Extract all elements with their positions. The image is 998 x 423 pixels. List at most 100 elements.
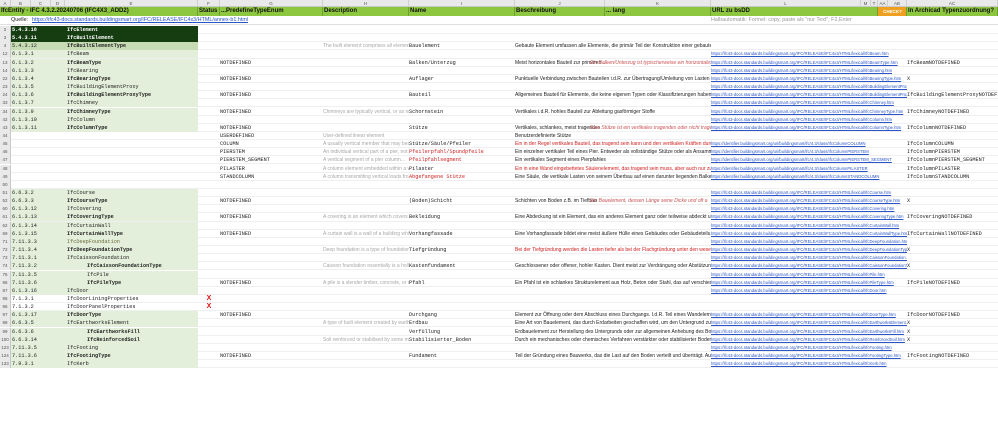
- status-cell[interactable]: [198, 279, 220, 287]
- row-number[interactable]: 61: [0, 213, 11, 222]
- archicad-type-cell[interactable]: [907, 287, 998, 295]
- predefined-type-cell[interactable]: [220, 238, 323, 246]
- predefined-type-cell[interactable]: [220, 336, 323, 344]
- section-number-cell[interactable]: 6.1.3.4: [11, 74, 65, 83]
- bsdd-url-link[interactable]: https://ifc43-docs.standards.buildingsma…: [711, 279, 907, 287]
- description-cell[interactable]: A column transmitting vertical loads fro…: [323, 173, 409, 181]
- row-number[interactable]: 96: [0, 303, 11, 312]
- column-letter-C[interactable]: C: [31, 0, 51, 7]
- section-number-cell[interactable]: 6.1.3.9: [11, 107, 65, 116]
- predefined-type-cell[interactable]: NOTDEFINED: [220, 352, 323, 360]
- description-cell[interactable]: Deep foundation is a type of foundation.…: [323, 246, 409, 254]
- predefined-type-cell[interactable]: [220, 287, 323, 295]
- description-cell[interactable]: [323, 328, 409, 336]
- table-row[interactable]: 124 7.11.3.6 IfcFootingType NOTDEFINED Funda…: [0, 352, 998, 361]
- bsdd-url-link[interactable]: https://ifc43-docs.standards.buildingsma…: [711, 99, 907, 107]
- beschreibung-cell[interactable]: [515, 26, 711, 34]
- ifc-entity-cell[interactable]: IfcCovering: [65, 205, 198, 214]
- archicad-type-cell[interactable]: [907, 360, 998, 368]
- section-number-cell[interactable]: 6.6.3.6: [11, 327, 65, 336]
- bsdd-url-link[interactable]: [711, 303, 907, 311]
- bsdd-url-link[interactable]: https://ifc43-docs.standards.buildingsma…: [711, 319, 907, 327]
- beschreibung-cell[interactable]: [515, 181, 711, 189]
- name-cell[interactable]: Tiefgründung: [409, 246, 500, 254]
- name-cell[interactable]: (Boden)Schicht: [409, 197, 500, 205]
- bsdd-url-link[interactable]: https://identifier.buildingsmart.org/uri…: [711, 156, 907, 164]
- predefined-type-cell[interactable]: [220, 344, 323, 352]
- section-number-cell[interactable]: 7.11.3.5: [11, 270, 65, 279]
- ifc-entity-cell[interactable]: IfcCurtainWallType: [65, 229, 198, 238]
- section-number-cell[interactable]: 6.1.3.2: [11, 58, 65, 67]
- bsdd-url-link[interactable]: https://ifc43-docs.standards.buildingsma…: [711, 116, 907, 124]
- archicad-type-cell[interactable]: [907, 295, 998, 303]
- name-cell[interactable]: Bekleidung: [409, 213, 500, 221]
- ifc-entity-cell[interactable]: IfcBuildingElementProxy: [65, 83, 198, 92]
- row-number[interactable]: 95: [0, 294, 11, 303]
- predefined-type-cell[interactable]: NOTDEFINED: [220, 108, 323, 116]
- ifc-entity-cell[interactable]: IfcBeamType: [65, 58, 198, 67]
- description-cell[interactable]: A curtain wall is a wall of a building w…: [323, 230, 409, 238]
- row-number[interactable]: 87: [0, 286, 11, 295]
- bsdd-url-link[interactable]: https://ifc43-docs.standards.buildingsma…: [711, 59, 907, 67]
- ifc-entity-cell[interactable]: IfcFooting: [65, 343, 198, 352]
- description-cell[interactable]: The built element comprises all elements…: [323, 42, 409, 50]
- status-cell[interactable]: [198, 311, 220, 319]
- description-cell[interactable]: An individual vertical part of a pier, n…: [323, 148, 409, 156]
- predefined-type-cell[interactable]: [220, 181, 323, 189]
- archicad-type-cell[interactable]: [907, 344, 998, 352]
- archicad-type-cell[interactable]: IfcCurtainWallNOTDEFINED: [907, 230, 998, 238]
- bsdd-url-link[interactable]: https://ifc43-docs.standards.buildingsma…: [711, 189, 907, 197]
- status-cell[interactable]: [198, 213, 220, 221]
- beschreibung-cell[interactable]: Ein einzelner vertikaler Teil eines Pier…: [515, 148, 711, 156]
- table-row[interactable]: 75 7.11.3.5 IfcPile https://ifc43-docs.stan…: [0, 270, 998, 279]
- status-cell[interactable]: [198, 91, 220, 99]
- beschreibung-cell[interactable]: Ein Pfahl ist ein schlankes Strukturelem…: [515, 279, 711, 287]
- header-status[interactable]: Status: [198, 7, 220, 16]
- table-row[interactable]: 42 6.1.3.10 IfcColumn https://ifc43-docs.st…: [0, 115, 998, 124]
- ifc-entity-cell[interactable]: IfcEarthworksFill: [65, 327, 198, 336]
- bsdd-url-link[interactable]: https://ifc43-docs.standards.buildingsma…: [711, 50, 907, 58]
- description-cell[interactable]: [323, 189, 409, 197]
- status-cell[interactable]: [198, 116, 220, 124]
- predefined-type-cell[interactable]: NOTDEFINED: [220, 91, 323, 99]
- archicad-type-cell[interactable]: X: [907, 246, 998, 254]
- section-number-cell[interactable]: 5.4.3.18: [11, 26, 65, 34]
- beschreibung-cell[interactable]: Punktuelle Verbindung zwischen Bauteilen…: [515, 75, 711, 83]
- beschreibung-cell[interactable]: [515, 222, 711, 230]
- status-cell[interactable]: [198, 67, 220, 75]
- section-number-cell[interactable]: 6.6.3.14: [11, 335, 65, 344]
- status-cell[interactable]: [198, 108, 220, 116]
- archicad-type-cell[interactable]: IfcBuildingElementProxyNOTDEFINED: [907, 91, 998, 99]
- predefined-type-cell[interactable]: [220, 262, 323, 270]
- ifc-entity-cell[interactable]: IfcReinforcedSoil: [65, 335, 198, 344]
- status-cell[interactable]: X: [198, 295, 220, 303]
- bsdd-url-link[interactable]: https://ifc43-docs.standards.buildingsma…: [711, 238, 907, 246]
- row-number[interactable]: 69: [0, 229, 11, 238]
- description-cell[interactable]: [323, 116, 409, 124]
- description-cell[interactable]: [323, 67, 409, 75]
- table-row[interactable]: 33 6.1.3.7 IfcChimney https://ifc43-docs.st…: [0, 99, 998, 108]
- table-row[interactable]: 51 6.6.3.2 IfcCourse https://ifc43-docs.sta…: [0, 189, 998, 198]
- predefined-type-cell[interactable]: [220, 26, 323, 34]
- ifc-entity-cell[interactable]: IfcChimneyType: [65, 107, 198, 116]
- beschreibung-cell[interactable]: Durch ein mechanisches oder chemisches V…: [515, 336, 711, 344]
- header-ifc-entity[interactable]: IfcEntity - IFC 4.3.2.20240706 (IFC4X3_A…: [0, 7, 198, 16]
- table-row[interactable]: 60 6.1.3.12 IfcCovering https://ifc43-docs.…: [0, 205, 998, 214]
- name-cell[interactable]: Stabilisierter_Boden: [409, 336, 500, 344]
- name-cell[interactable]: [409, 222, 500, 230]
- header-predefined[interactable]: ...PredefineTypeEnum: [220, 7, 323, 16]
- beschreibung-cell[interactable]: Allgemeines Bauteil für Elemente, die ke…: [515, 91, 711, 99]
- predefined-type-cell[interactable]: NOTDEFINED: [220, 197, 323, 205]
- row-number[interactable]: 47: [0, 156, 11, 165]
- predefined-type-cell[interactable]: [220, 254, 323, 262]
- name-cell[interactable]: [409, 287, 500, 295]
- section-number-cell[interactable]: 6.1.3.15: [11, 229, 65, 238]
- description-cell[interactable]: Soil reinforced or stabilised by some me…: [323, 336, 409, 344]
- beschreibung-cell[interactable]: [515, 303, 711, 311]
- bsdd-url-link[interactable]: https://ifc43-docs.standards.buildingsma…: [711, 360, 907, 368]
- header-beschreibung[interactable]: Beschreibung: [515, 7, 605, 16]
- section-number-cell[interactable]: 5.4.3.11: [11, 34, 65, 43]
- status-cell[interactable]: [198, 336, 220, 344]
- beschreibung-cell[interactable]: [515, 116, 711, 124]
- table-row[interactable]: 133 7.9.3.1 IfcKerb https://ifc43-docs.stan…: [0, 360, 998, 369]
